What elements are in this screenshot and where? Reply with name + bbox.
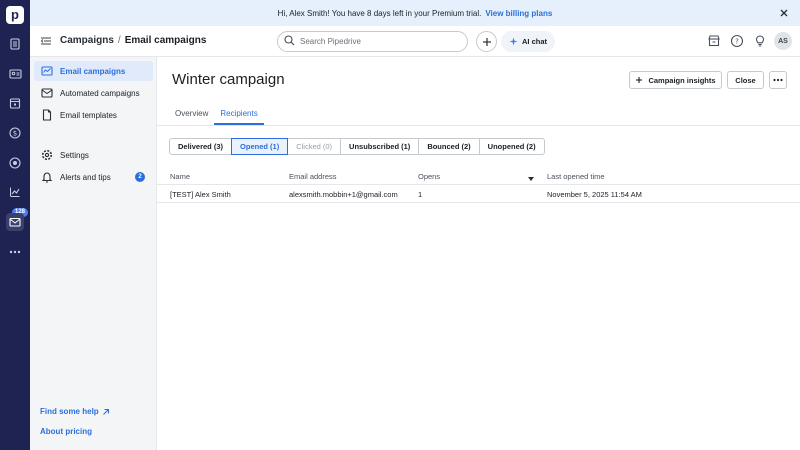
filter-delivered[interactable]: Delivered (3) — [169, 138, 233, 155]
campaign-insights-button[interactable]: Campaign insights — [629, 71, 722, 89]
avatar[interactable]: AS — [774, 32, 792, 50]
marketplace-icon[interactable] — [707, 34, 722, 49]
top-header: Campaigns/Email campaigns AI chat ? AS — [30, 26, 800, 57]
breadcrumb-email-campaigns: Email campaigns — [124, 35, 207, 46]
sidebar-item-email-campaigns[interactable]: Email campaigns — [34, 61, 153, 81]
plus-icon — [482, 37, 491, 46]
insights-icon[interactable] — [6, 183, 24, 201]
sidebar-item-automated-campaigns[interactable]: Automated campaigns — [34, 83, 153, 103]
lightbulb-icon[interactable] — [753, 34, 768, 49]
tab-overview[interactable]: Overview — [169, 105, 214, 125]
automation-icon — [41, 87, 53, 99]
column-email-address[interactable]: Email address — [289, 172, 337, 181]
column-opens[interactable]: Opens — [418, 172, 440, 181]
table-row[interactable]: [TEST] Alex Smith alexsmith.mobbin+1@gma… — [157, 185, 800, 203]
find-some-help-link[interactable]: Find some help — [40, 407, 110, 416]
breadcrumb: Campaigns / Email campaigns — [60, 35, 206, 46]
sidebar: Email campaigns Automated campaigns Emai… — [30, 57, 157, 450]
pipedrive-logo[interactable]: p — [6, 6, 24, 24]
quick-add-button[interactable] — [476, 31, 497, 52]
dollar-icon[interactable]: $ — [6, 124, 24, 142]
sidebar-item-settings[interactable]: Settings — [34, 145, 153, 165]
tab-recipients[interactable]: Recipients — [214, 105, 264, 125]
sidebar-item-label: Automated campaigns — [60, 88, 140, 98]
cell-email-address: alexsmith.mobbin+1@gmail.com — [289, 190, 398, 199]
gear-icon — [41, 149, 53, 161]
campaign-insights-label: Campaign insights — [648, 75, 716, 85]
more-actions-button[interactable] — [769, 71, 787, 89]
main-content: Winter campaign Campaign insights Close … — [157, 57, 800, 450]
filter-bounced[interactable]: Bounced (2) — [418, 138, 480, 155]
sparkle-icon — [509, 37, 518, 46]
search-box[interactable] — [277, 31, 468, 52]
more-apps-icon[interactable] — [6, 243, 24, 261]
sort-descending-icon[interactable] — [528, 174, 534, 183]
collapse-menu-icon[interactable] — [40, 35, 52, 49]
about-pricing-link[interactable]: About pricing — [40, 427, 92, 436]
search-icon — [284, 35, 295, 48]
ai-chat-label: AI chat — [522, 37, 548, 46]
contacts-icon[interactable] — [6, 65, 24, 83]
cell-opens: 1 — [418, 190, 423, 199]
alerts-count-badge: 2 — [135, 172, 145, 182]
sidebar-item-label: Email templates — [60, 110, 117, 120]
sidebar-item-email-templates[interactable]: Email templates — [34, 105, 153, 125]
app-rail: p $ 128 — [0, 0, 30, 450]
column-last-opened-time[interactable]: Last opened time — [547, 172, 605, 181]
filter-clicked[interactable]: Clicked (0) — [287, 138, 342, 155]
deals-icon[interactable] — [6, 35, 24, 53]
campaign-tabs: Overview Recipients — [169, 105, 264, 125]
filter-opened[interactable]: Opened (1) — [231, 138, 289, 155]
cell-last-opened-time: November 5, 2025 11:54 AM — [547, 190, 642, 199]
calendar-icon[interactable] — [6, 94, 24, 112]
target-icon[interactable] — [6, 154, 24, 172]
sidebar-item-label: Alerts and tips — [60, 172, 111, 182]
sidebar-item-alerts-and-tips[interactable]: Alerts and tips 2 — [34, 167, 153, 187]
page-title: Winter campaign — [172, 71, 285, 88]
svg-text:?: ? — [735, 38, 739, 46]
more-icon — [773, 78, 783, 82]
filter-unsubscribed[interactable]: Unsubscribed (1) — [340, 138, 420, 155]
bell-icon — [41, 171, 53, 183]
breadcrumb-campaigns[interactable]: Campaigns — [60, 35, 114, 46]
recipient-filters: Delivered (3) Opened (1) Clicked (0) Uns… — [169, 138, 545, 155]
trial-banner-text: Hi, Alex Smith! You have 8 days left in … — [277, 8, 482, 18]
table-header: Name Email address Opens Last opened tim… — [157, 168, 800, 185]
svg-text:$: $ — [13, 130, 17, 138]
close-button[interactable]: Close — [727, 71, 764, 89]
trial-banner: Hi, Alex Smith! You have 8 days left in … — [30, 0, 800, 26]
breadcrumb-separator: / — [117, 35, 121, 46]
sidebar-item-label: Settings — [60, 150, 89, 160]
about-pricing-label: About pricing — [40, 427, 92, 436]
mail-icon[interactable] — [6, 213, 24, 231]
tab-divider — [157, 125, 800, 126]
plus-icon — [636, 77, 643, 83]
search-input[interactable] — [300, 37, 450, 46]
help-icon[interactable]: ? — [730, 34, 745, 49]
close-icon[interactable] — [778, 7, 790, 19]
filter-unopened[interactable]: Unopened (2) — [478, 138, 545, 155]
template-icon — [41, 109, 53, 121]
email-campaign-icon — [41, 65, 53, 77]
find-some-help-label: Find some help — [40, 407, 99, 416]
external-arrow-icon — [102, 408, 109, 415]
view-billing-plans-link[interactable]: View billing plans — [485, 9, 552, 18]
sidebar-item-label: Email campaigns — [60, 66, 126, 76]
cell-name: [TEST] Alex Smith — [170, 190, 231, 199]
column-name[interactable]: Name — [170, 172, 190, 181]
ai-chat-button[interactable]: AI chat — [501, 31, 556, 52]
